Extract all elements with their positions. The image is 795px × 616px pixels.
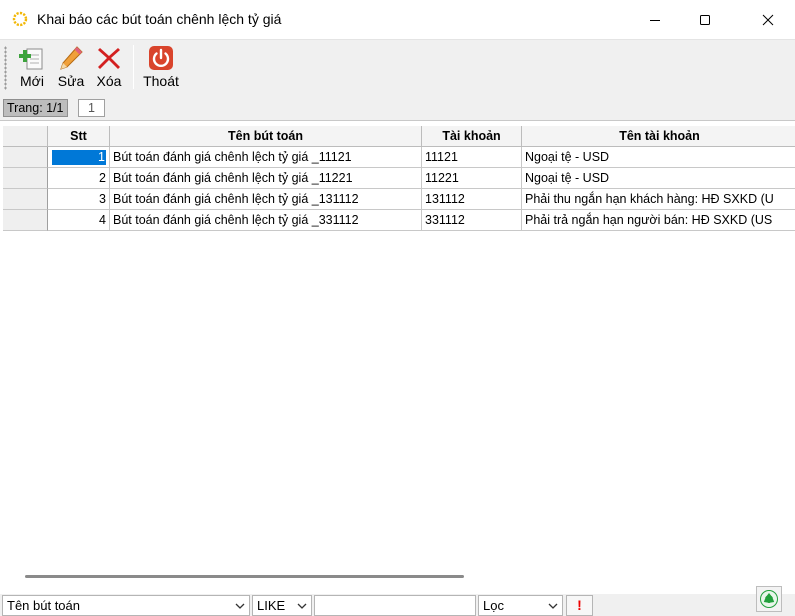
row-selector[interactable] [3, 168, 48, 189]
chevron-down-icon [235, 603, 245, 609]
pencil-icon [60, 46, 83, 70]
pager-bar: Trang: 1/1 1 [0, 96, 795, 120]
row-selector[interactable] [3, 147, 48, 168]
header-name[interactable]: Tên bút toán [110, 126, 422, 147]
filter-value-input[interactable] [314, 595, 476, 616]
edit-label: Sửa [57, 73, 85, 89]
header-account-name[interactable]: Tên tài khoản [522, 126, 795, 147]
title-bar: Khai báo các bút toán chênh lệch tỷ giá [0, 0, 795, 39]
refresh-button[interactable] [756, 586, 782, 612]
minimize-icon [650, 19, 660, 21]
filter-action-value: Lọc [483, 598, 504, 613]
filter-bar: Tên bút toán LIKE Lọc ! [0, 594, 795, 616]
recycle-icon [760, 590, 778, 608]
close-icon [762, 14, 774, 25]
header-stt[interactable]: Stt [48, 126, 110, 147]
filter-operator-select[interactable]: LIKE [252, 595, 312, 616]
cell-account[interactable]: 131112 [422, 189, 522, 210]
chevron-down-icon [548, 603, 558, 609]
filter-field-value: Tên bút toán [7, 598, 80, 613]
document-add-icon [19, 48, 43, 70]
cell-account[interactable]: 11121 [422, 147, 522, 168]
chevron-down-icon [297, 603, 307, 609]
toolbar-grip[interactable] [4, 46, 7, 90]
cell-account-name[interactable]: Ngoại tệ - USD [522, 168, 795, 189]
cell-account-name[interactable]: Ngoại tệ - USD [522, 147, 795, 168]
cell-account[interactable]: 331112 [422, 210, 522, 231]
cell-account-name[interactable]: Phải thu ngắn hạn khách hàng: HĐ SXKD (U [522, 189, 795, 210]
power-icon [149, 46, 173, 70]
header-row-selector[interactable] [3, 126, 48, 147]
filter-operator-value: LIKE [257, 598, 286, 613]
row-selector[interactable] [3, 189, 48, 210]
selected-stt: 1 [52, 150, 106, 165]
maximize-button[interactable] [680, 0, 730, 39]
cell-name[interactable]: Bút toán đánh giá chênh lệch tỷ giá _131… [110, 189, 422, 210]
red-x-icon [98, 48, 120, 69]
page-indicator: Trang: 1/1 [3, 99, 68, 117]
exit-label: Thoát [143, 73, 179, 89]
horizontal-scrollbar[interactable] [0, 570, 795, 592]
toolbar: Mới Sửa Xóa Thoát [0, 39, 795, 96]
new-label: Mới [20, 73, 44, 89]
filter-action-select[interactable]: Lọc [478, 595, 563, 616]
data-grid[interactable]: Stt Tên bút toán Tài khoản Tên tài khoản… [0, 120, 795, 570]
toolbar-separator [133, 45, 134, 89]
page-number-button[interactable]: 1 [78, 99, 105, 117]
cell-stt[interactable]: 1 [48, 147, 110, 168]
cell-stt[interactable]: 4 [48, 210, 110, 231]
new-button[interactable]: Mới [14, 42, 50, 92]
cell-stt[interactable]: 2 [48, 168, 110, 189]
delete-button[interactable]: Xóa [91, 42, 127, 92]
edit-button[interactable]: Sửa [53, 42, 89, 92]
cell-stt[interactable]: 3 [48, 189, 110, 210]
row-selector[interactable] [3, 210, 48, 231]
cell-account[interactable]: 11221 [422, 168, 522, 189]
cell-name[interactable]: Bút toán đánh giá chênh lệch tỷ giá _112… [110, 168, 422, 189]
maximize-icon [700, 14, 710, 25]
minimize-button[interactable] [630, 0, 680, 39]
window-title: Khai báo các bút toán chênh lệch tỷ giá [37, 11, 282, 27]
close-button[interactable] [743, 0, 793, 39]
delete-label: Xóa [96, 73, 122, 89]
scrollbar-thumb[interactable] [25, 575, 464, 578]
sun-icon [11, 10, 29, 28]
cell-name[interactable]: Bút toán đánh giá chênh lệch tỷ giá _331… [110, 210, 422, 231]
cell-account-name[interactable]: Phải trả ngắn hạn người bán: HĐ SXKD (US [522, 210, 795, 231]
cell-name[interactable]: Bút toán đánh giá chênh lệch tỷ giá _111… [110, 147, 422, 168]
header-account[interactable]: Tài khoản [422, 126, 522, 147]
exit-button[interactable]: Thoát [140, 42, 182, 92]
filter-field-select[interactable]: Tên bút toán [2, 595, 250, 616]
filter-warning-button[interactable]: ! [566, 595, 593, 616]
